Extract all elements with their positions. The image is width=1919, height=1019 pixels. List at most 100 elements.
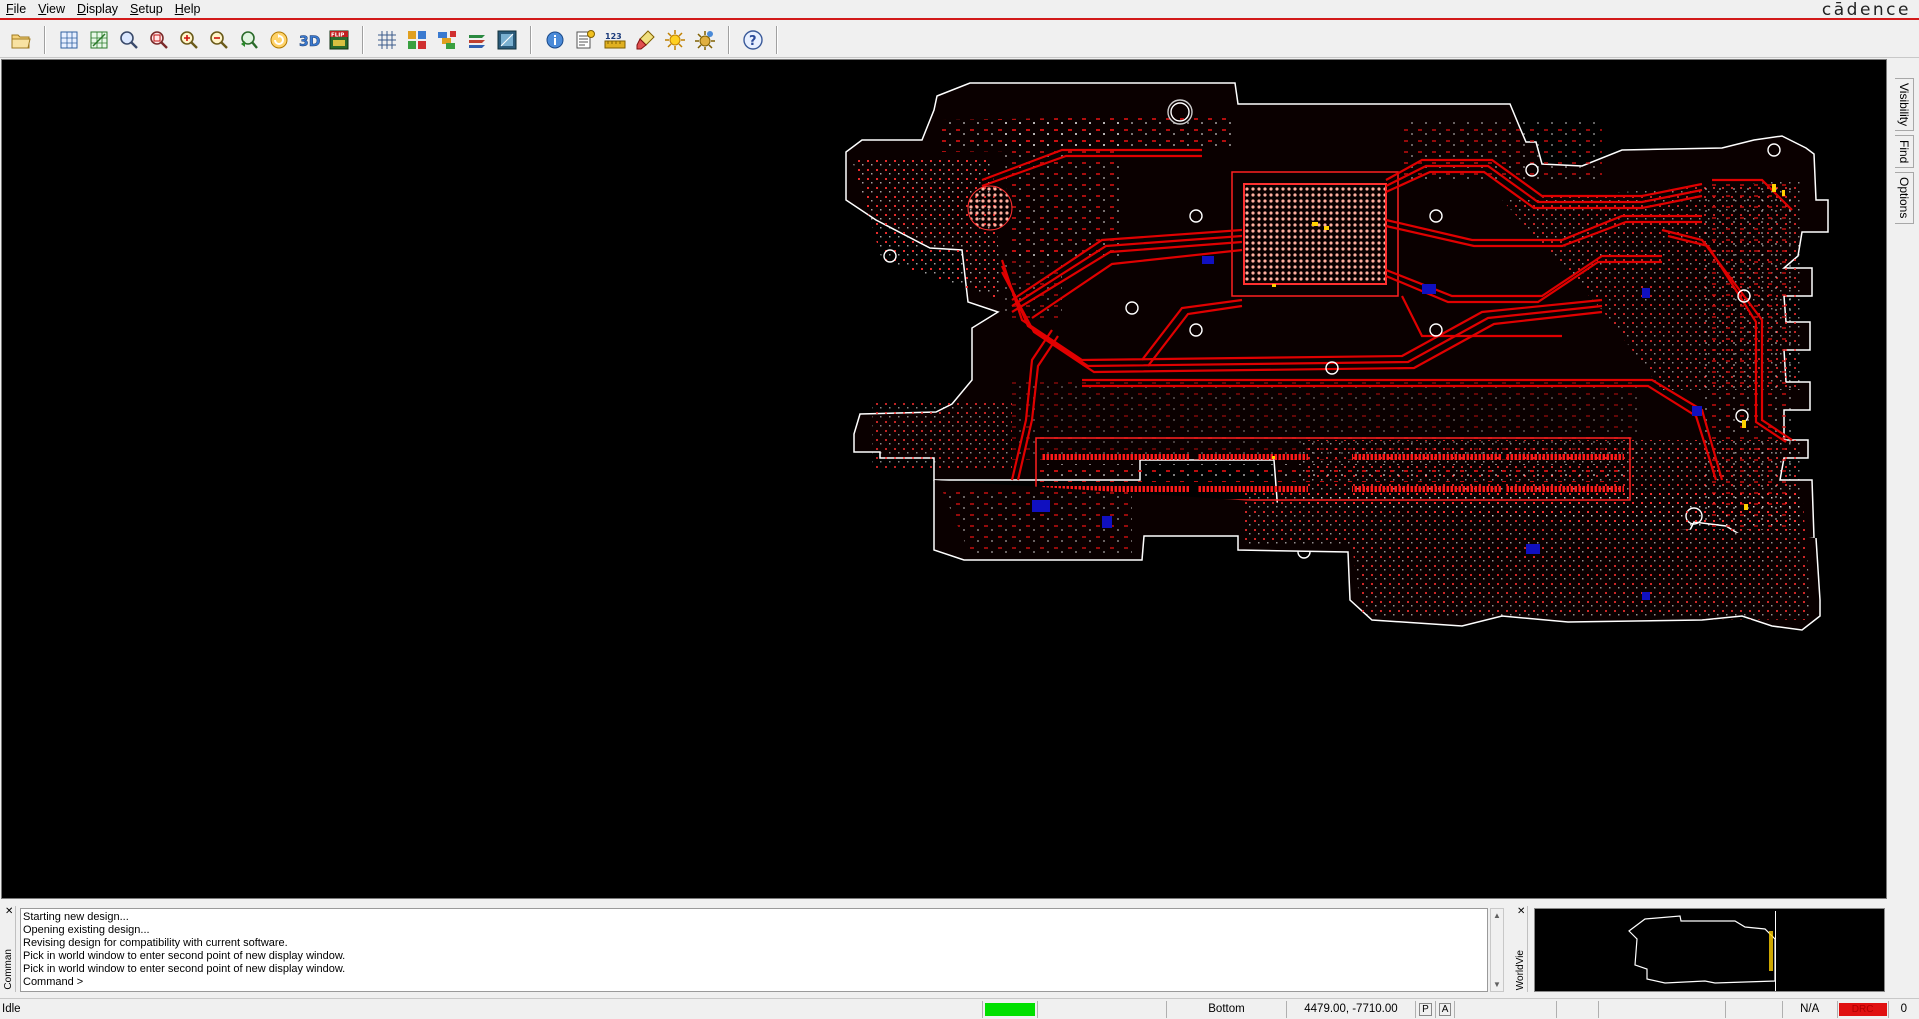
- info-icon[interactable]: [542, 27, 568, 53]
- worldview-map[interactable]: [1534, 908, 1885, 992]
- clear-highlight-icon[interactable]: [632, 27, 658, 53]
- tab-visibility-label: Visibility: [1897, 83, 1911, 127]
- status-blank: [1556, 1000, 1597, 1018]
- menu-help-mnemonic: H: [174, 1, 184, 16]
- status-bar: Idle Bottom 4479.00, -7710.00 P A N/A DR…: [0, 998, 1919, 1019]
- active-layer[interactable]: Bottom: [1166, 1000, 1286, 1018]
- design-canvas[interactable]: [1, 59, 1887, 899]
- close-icon[interactable]: ✕: [1517, 906, 1525, 917]
- tab-visibility[interactable]: Visibility: [1895, 78, 1914, 132]
- command-panel-title: Comman: [3, 949, 14, 990]
- toolbar-separator: [776, 25, 778, 54]
- a-button[interactable]: A: [1434, 1000, 1455, 1018]
- busy-indicator-cell: [981, 1000, 1037, 1018]
- toolbar: 3D FLIP 123 ?: [0, 22, 1919, 58]
- menu-help-label: elp: [183, 1, 201, 16]
- worldview-panel-strip: ✕ WorldVie: [1514, 906, 1528, 992]
- dim-icon[interactable]: [692, 27, 718, 53]
- app-window: File View Display Setup Help cādence 3D …: [0, 0, 1919, 1019]
- zoom-window-icon[interactable]: [116, 27, 142, 53]
- menu-setup[interactable]: Setup: [124, 0, 169, 19]
- highlight-icon[interactable]: [464, 27, 490, 53]
- command-log[interactable]: Starting new design... Opening existing …: [20, 908, 1488, 992]
- color-icon[interactable]: [404, 27, 430, 53]
- zoom-in-icon[interactable]: [176, 27, 202, 53]
- worldview-panel-title: WorldVie: [1515, 949, 1526, 990]
- brightness-icon[interactable]: [662, 27, 688, 53]
- cpu-bga: [1243, 183, 1387, 285]
- zoom-out-icon[interactable]: [206, 27, 232, 53]
- menu-file-label: ile: [13, 1, 27, 16]
- menu-bar: File View Display Setup Help cādence: [0, 0, 1919, 20]
- status-blank: [1036, 1000, 1166, 1018]
- drc-label: DRC: [1838, 1002, 1887, 1016]
- scroll-down-icon[interactable]: ▼: [1493, 980, 1501, 989]
- zoom-previous-icon[interactable]: [236, 27, 262, 53]
- close-icon[interactable]: ✕: [5, 906, 13, 917]
- tab-find-label: Find: [1897, 140, 1911, 164]
- tab-options-label: Options: [1897, 177, 1911, 219]
- help-icon[interactable]: ?: [740, 27, 766, 53]
- drc-indicator[interactable]: DRC: [1836, 1000, 1888, 1018]
- status-blank: [1597, 1000, 1725, 1018]
- status-blank: [1724, 1000, 1782, 1018]
- chip-bga-left: [967, 185, 1013, 231]
- log-line: Opening existing design...: [23, 924, 150, 936]
- command-panel-strip: ✕ Comman: [2, 906, 16, 992]
- zoom-points-icon[interactable]: [146, 27, 172, 53]
- menu-display-mnemonic: D: [77, 1, 87, 16]
- measure-label: 123: [605, 32, 622, 41]
- menu-file-mnemonic: F: [6, 1, 14, 16]
- tab-find[interactable]: Find: [1895, 135, 1914, 169]
- copper-fill-lower-right: [1242, 490, 1812, 620]
- a-button-label: A: [1438, 1002, 1452, 1016]
- status-state: Idle: [2, 1003, 21, 1015]
- layer-priority-icon[interactable]: [434, 27, 460, 53]
- flip-design-icon[interactable]: FLIP: [326, 27, 352, 53]
- scroll-up-icon[interactable]: ▲: [1493, 911, 1501, 920]
- log-line: Revising design for compatibility with c…: [23, 937, 288, 949]
- log-line: Starting new design...: [23, 911, 129, 923]
- p-button[interactable]: P: [1415, 1000, 1435, 1018]
- busy-indicator: [984, 1002, 1035, 1016]
- menu-display[interactable]: Display: [71, 0, 124, 19]
- toolbar-separator: [530, 25, 532, 54]
- grid-icon[interactable]: [374, 27, 400, 53]
- menu-view-label: iew: [46, 1, 66, 16]
- zoom-fit-icon[interactable]: [56, 27, 82, 53]
- view-3d-label: 3D: [299, 34, 320, 50]
- menu-file[interactable]: File: [0, 0, 32, 19]
- status-blank: [1454, 1000, 1556, 1018]
- log-line: Pick in world window to enter second poi…: [23, 963, 346, 975]
- side-tab-strip: Visibility Find Options: [1895, 78, 1915, 228]
- open-folder-icon[interactable]: [8, 27, 34, 53]
- log-line: Pick in world window to enter second poi…: [23, 950, 346, 962]
- command-prompt[interactable]: Command >: [23, 976, 1485, 989]
- redraw-icon[interactable]: [266, 27, 292, 53]
- toolbar-separator: [362, 25, 364, 54]
- measure-icon[interactable]: 123: [602, 27, 628, 53]
- flip-label: FLIP: [331, 32, 344, 38]
- zoom-world-icon[interactable]: [86, 27, 112, 53]
- menu-display-label: isplay: [86, 1, 119, 16]
- svg-text:?: ?: [749, 34, 757, 49]
- cursor-coordinates: 4479.00, -7710.00: [1285, 1000, 1415, 1018]
- shadow-mode-icon[interactable]: [494, 27, 520, 53]
- worldview-board-outline: [1628, 911, 1776, 991]
- pcb-board-drawing: [845, 82, 1829, 631]
- command-panel: ✕ Comman Starting new design... Opening …: [0, 904, 1510, 994]
- menu-view[interactable]: View: [32, 0, 71, 19]
- brand-logo: cādence: [1821, 0, 1911, 20]
- menu-setup-label: etup: [138, 1, 163, 16]
- worldview-panel: ✕ WorldVie: [1512, 904, 1887, 994]
- view-3d-icon[interactable]: 3D: [296, 27, 322, 53]
- command-log-scrollbar[interactable]: ▲ ▼: [1490, 908, 1504, 992]
- toolbar-separator: [728, 25, 730, 54]
- drc-count: 0: [1887, 1000, 1919, 1018]
- p-button-label: P: [1419, 1002, 1432, 1016]
- menu-help[interactable]: Help: [169, 0, 207, 19]
- report-icon[interactable]: [572, 27, 598, 53]
- toolbar-separator: [44, 25, 46, 54]
- status-na: N/A: [1781, 1000, 1837, 1018]
- tab-options[interactable]: Options: [1895, 172, 1914, 224]
